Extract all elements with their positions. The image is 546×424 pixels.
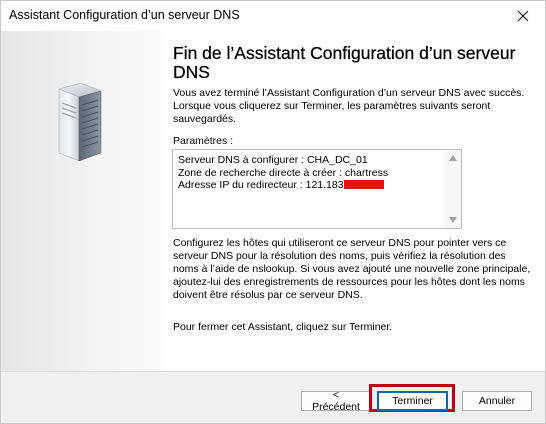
scroll-down-arrow-icon	[449, 217, 457, 223]
cancel-button[interactable]: Annuler	[462, 391, 532, 411]
server-icon	[58, 82, 102, 162]
close-button[interactable]	[501, 1, 545, 31]
params-scrollbar[interactable]	[445, 150, 461, 228]
param-lookup-zone: Zone de recherche directe à créer : char…	[178, 166, 389, 179]
wizard-side-panel	[1, 31, 164, 371]
page-title: Fin de l’Assistant Configuration d’un se…	[173, 43, 516, 82]
param-dns-server: Serveur DNS à configurer : CHA_DC_01	[178, 154, 368, 166]
close-icon	[517, 10, 529, 22]
redaction-mark	[343, 180, 384, 189]
wizard-content: Fin de l’Assistant Configuration d’un se…	[164, 31, 545, 371]
title-bar: Assistant Configuration d’un serveur DNS	[1, 1, 545, 31]
scroll-up-arrow-icon	[449, 155, 457, 161]
window-title: Assistant Configuration d’un serveur DNS	[9, 8, 240, 22]
dns-wizard-window: Assistant Configuration d’un serveur DNS	[0, 0, 546, 424]
wizard-footer: < Précédent Terminer Annuler	[1, 372, 545, 423]
scroll-down-button[interactable]	[445, 213, 461, 227]
scroll-up-button[interactable]	[445, 151, 461, 165]
params-label: Paramètres :	[173, 135, 234, 147]
closing-text: Pour fermer cet Assistant, cliquez sur T…	[173, 321, 393, 333]
body-text: Configurez les hôtes qui utiliseront ce …	[173, 237, 531, 301]
previous-button[interactable]: < Précédent	[301, 389, 371, 413]
finish-button[interactable]: Terminer	[377, 391, 448, 411]
params-lines: Serveur DNS à configurer : CHA_DC_01 Zon…	[178, 154, 388, 192]
params-textbox[interactable]: Serveur DNS à configurer : CHA_DC_01 Zon…	[172, 149, 462, 229]
param-forwarder-ip: Adresse IP du redirecteur : 121.183	[178, 179, 388, 192]
param-forwarder-ip-text: Adresse IP du redirecteur : 121.183	[178, 179, 344, 191]
intro-text: Vous avez terminé l’Assistant Configurat…	[173, 87, 525, 125]
